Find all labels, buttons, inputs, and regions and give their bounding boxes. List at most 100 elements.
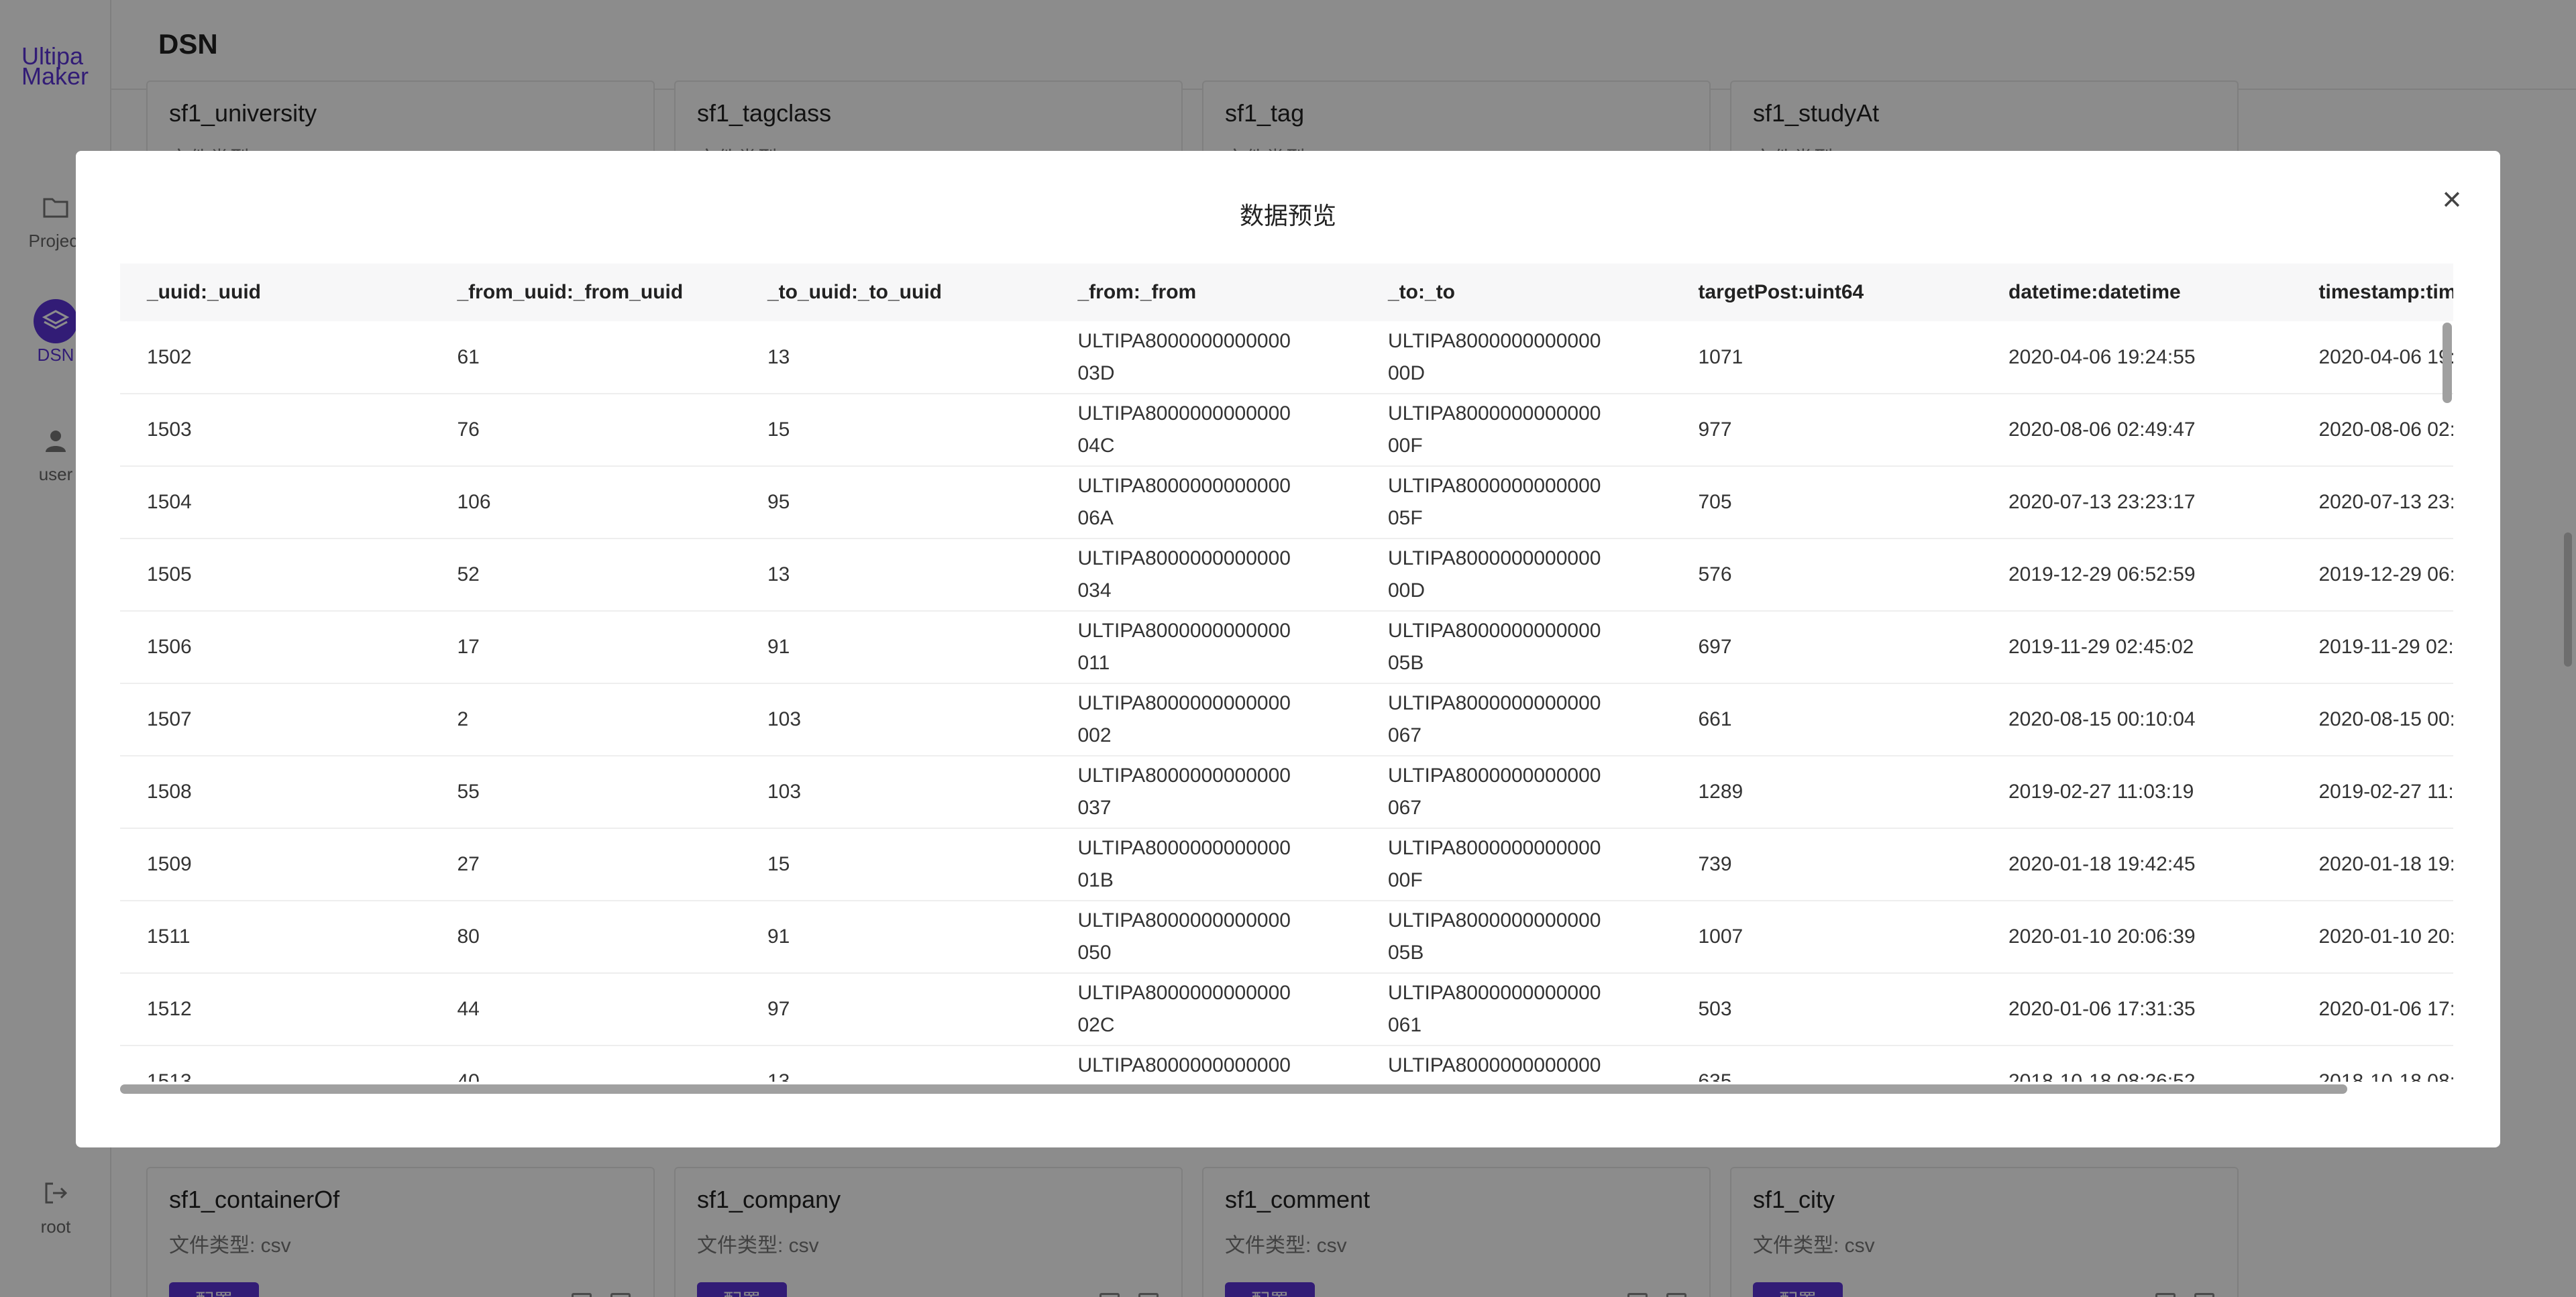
table-cell: 2020-08-15 00:10:04 — [2292, 683, 2453, 756]
table-cell: ULTIPA800000000000005B — [1361, 901, 1672, 974]
table-cell: 15 — [741, 828, 1051, 901]
table-cell: 2020-08-06 02:49:47 — [2292, 394, 2453, 467]
table-cell: ULTIPA800000000000005B — [1361, 611, 1672, 684]
table-cell: ULTIPA8000000000000067 — [1361, 683, 1672, 756]
table-cell: 661 — [1671, 683, 1982, 756]
table-cell: ULTIPA800000000000003D — [1051, 321, 1361, 394]
table-cell: 106 — [430, 466, 741, 539]
table-cell: ULTIPA800000000000001B — [1051, 828, 1361, 901]
table-cell: 40 — [430, 1046, 741, 1082]
table-cell: 103 — [741, 756, 1051, 829]
table-cell: 2018-10-18 08:26:52 — [1982, 1046, 2292, 1082]
table-cell: 503 — [1671, 973, 1982, 1046]
table-row: 1511 80 91 ULTIPA8000000000000050 ULTIPA8000… — [120, 901, 2453, 974]
table-cell: 1508 — [120, 756, 431, 829]
modal-title: 数据预览 — [1239, 202, 1336, 229]
table-cell: 2020-08-15 00:10:04 — [1982, 683, 2292, 756]
table-cell: 2020-04-06 19:24:55 — [1982, 321, 2292, 394]
table-cell: 2020-08-06 02:49:47 — [1982, 394, 2292, 467]
table-cell: 76 — [430, 394, 741, 467]
table-cell: 1289 — [1671, 756, 1982, 829]
close-icon[interactable]: × — [2436, 182, 2468, 216]
table-cell: 95 — [741, 466, 1051, 539]
column-header: _from:_from — [1051, 264, 1361, 321]
table-header-row: _uuid:_uuid _from_uuid:_from_uuid _to_uu… — [120, 264, 2453, 321]
table-cell: ULTIPA8000000000000002 — [1051, 683, 1361, 756]
table-cell: 2018-10-18 08:26:52 — [2292, 1046, 2453, 1082]
table-horizontal-scrollbar[interactable] — [120, 1083, 2441, 1095]
table-cell: ULTIPA800000000000000F — [1361, 394, 1672, 467]
table-cell: ULTIPA8000000000000067 — [1361, 756, 1672, 829]
column-header: _from_uuid:_from_uuid — [430, 264, 741, 321]
column-header: datetime:datetime — [1982, 264, 2292, 321]
table-cell: ULTIPA8000000000000034 — [1051, 539, 1361, 612]
table-cell: 705 — [1671, 466, 1982, 539]
table-cell: 1071 — [1671, 321, 1982, 394]
table-cell: 2019-12-29 06:52:59 — [1982, 539, 2292, 612]
table-vertical-scrollbar[interactable] — [2441, 323, 2453, 1074]
table-cell: 97 — [741, 973, 1051, 1046]
preview-table-container[interactable]: _uuid:_uuid _from_uuid:_from_uuid _to_uu… — [120, 264, 2453, 1082]
table-cell: ULTIPA800000000000000 — [1361, 1046, 1672, 1082]
column-header: _uuid:_uuid — [120, 264, 431, 321]
column-header: timestamp:timestamp — [2292, 264, 2453, 321]
table-row: 1506 17 91 ULTIPA8000000000000011 ULTIPA8000… — [120, 611, 2453, 684]
column-header: _to_uuid:_to_uuid — [741, 264, 1051, 321]
table-cell: ULTIPA800000000000002C — [1051, 973, 1361, 1046]
table-cell: 2019-02-27 11:03:19 — [2292, 756, 2453, 829]
table-cell: 44 — [430, 973, 741, 1046]
table-cell: 80 — [430, 901, 741, 974]
table-cell: 2020-07-13 23:23:17 — [2292, 466, 2453, 539]
table-cell: 13 — [741, 1046, 1051, 1082]
table-cell: 1506 — [120, 611, 431, 684]
table-cell: 576 — [1671, 539, 1982, 612]
table-cell: 1512 — [120, 973, 431, 1046]
data-preview-modal: 数据预览 × _uuid:_uuid _from_uuid:_from_uuid… — [76, 151, 2500, 1147]
table-cell: 13 — [741, 539, 1051, 612]
table-cell: ULTIPA8000000000000011 — [1051, 611, 1361, 684]
table-cell: 2020-01-10 20:06:39 — [2292, 901, 2453, 974]
table-cell: 2020-01-18 19:42:45 — [2292, 828, 2453, 901]
table-cell: ULTIPA800000000000000D — [1361, 539, 1672, 612]
table-cell: 27 — [430, 828, 741, 901]
table-cell: 17 — [430, 611, 741, 684]
table-cell: 15 — [741, 394, 1051, 467]
table-cell: 1502 — [120, 321, 431, 394]
table-cell: 2020-01-10 20:06:39 — [1982, 901, 2292, 974]
table-vertical-scrollbar-thumb[interactable] — [2443, 323, 2452, 403]
table-cell: 2019-11-29 02:45:02 — [1982, 611, 2292, 684]
preview-table: _uuid:_uuid _from_uuid:_from_uuid _to_uu… — [120, 264, 2453, 1082]
table-row: 1504 106 95 ULTIPA800000000000006A ULTIPA800… — [120, 466, 2453, 539]
table-cell: 635 — [1671, 1046, 1982, 1082]
table-cell: ULTIPA800000000000005F — [1361, 466, 1672, 539]
table-cell: ULTIPA8000000000000061 — [1361, 973, 1672, 1046]
table-cell: 52 — [430, 539, 741, 612]
table-cell: 1503 — [120, 394, 431, 467]
table-cell: 91 — [741, 901, 1051, 974]
table-cell: ULTIPA8000000000000037 — [1051, 756, 1361, 829]
table-row: 1509 27 15 ULTIPA800000000000001B ULTIPA8000… — [120, 828, 2453, 901]
table-cell: ULTIPA8000000000000050 — [1051, 901, 1361, 974]
table-cell: 55 — [430, 756, 741, 829]
table-cell: 2019-02-27 11:03:19 — [1982, 756, 2292, 829]
table-row: 15134013ULTIPA800000000000002ULTIPA80000… — [120, 1046, 2453, 1082]
table-row: 1505 52 13 ULTIPA8000000000000034 ULTIPA8000… — [120, 539, 2453, 612]
table-cell: 1505 — [120, 539, 431, 612]
table-cell: 2020-01-06 17:31:35 — [2292, 973, 2453, 1046]
table-cell: 1504 — [120, 466, 431, 539]
table-cell: 2019-11-29 02:45:02 — [2292, 611, 2453, 684]
table-cell: 697 — [1671, 611, 1982, 684]
table-cell: 2 — [430, 683, 741, 756]
table-cell: 977 — [1671, 394, 1982, 467]
table-cell: ULTIPA800000000000006A — [1051, 466, 1361, 539]
table-row: 1503 76 15 ULTIPA800000000000004C ULTIPA8000… — [120, 394, 2453, 467]
table-cell: 1507 — [120, 683, 431, 756]
table-cell: 13 — [741, 321, 1051, 394]
table-cell: 91 — [741, 611, 1051, 684]
table-cell: 739 — [1671, 828, 1982, 901]
table-cell: 2020-01-18 19:42:45 — [1982, 828, 2292, 901]
table-row: 1508 55 103 ULTIPA8000000000000037 ULTIPA800… — [120, 756, 2453, 829]
table-cell: 1511 — [120, 901, 431, 974]
table-horizontal-scrollbar-thumb[interactable] — [120, 1084, 2347, 1094]
table-cell: ULTIPA800000000000004C — [1051, 394, 1361, 467]
